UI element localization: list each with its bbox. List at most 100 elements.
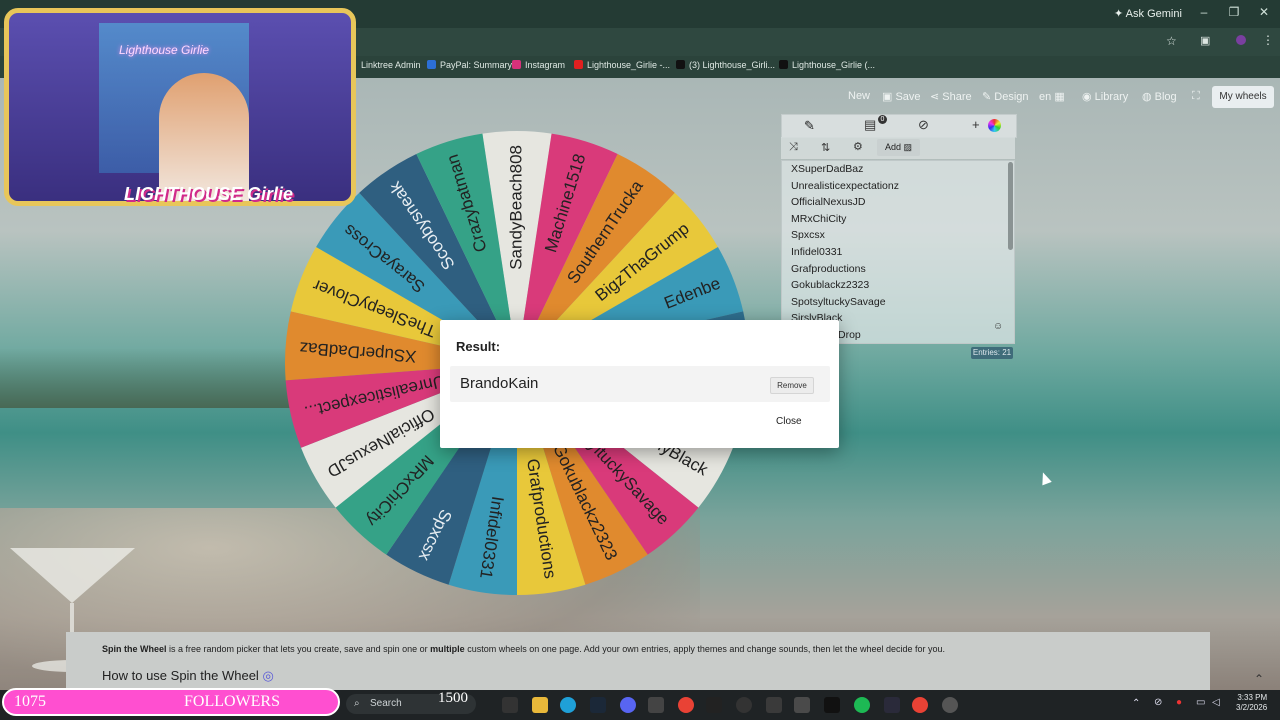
entry-line: SpotsyltuckySavage [791, 295, 886, 308]
save-icon: ▣ [882, 91, 896, 103]
footer-bold: multiple [430, 644, 465, 654]
entry-line: Spxcsx [791, 229, 825, 242]
bookmark-youtube[interactable]: Lighthouse_Girlie -... [574, 60, 670, 70]
menu-icon[interactable]: ⋮ [1262, 33, 1274, 47]
scroll-up-icon[interactable]: ⌃ [1254, 672, 1264, 686]
search-icon: ⌕ [354, 698, 360, 709]
display-icon[interactable]: ▭ [1196, 697, 1205, 708]
discord-icon[interactable] [620, 697, 636, 713]
footer-text-a: is a free random picker that lets you cr… [166, 644, 431, 654]
steam-icon[interactable] [590, 697, 606, 713]
clock-time: 3:33 PM [1237, 693, 1268, 702]
spotify-icon[interactable] [854, 697, 870, 713]
bookmark-paypal[interactable]: PayPal: Summary [427, 60, 512, 70]
entries-textarea[interactable]: XSuperDadBaz Unrealisticexpectationz Off… [781, 160, 1015, 344]
followers-label: FOLLOWERS [184, 693, 280, 710]
bookmark-tiktok[interactable]: Lighthouse_Girlie (... [779, 60, 875, 70]
hide-tab-eye-icon[interactable]: ⊘ [918, 117, 929, 133]
minimize-button[interactable]: – [1194, 5, 1214, 19]
blog-icon: ◍ [1142, 91, 1155, 103]
taskbar-clock[interactable]: 3:33 PM 3/2/2026 [1236, 693, 1267, 713]
sort-icon[interactable]: ⇅ [821, 141, 830, 154]
bookmark-linktree[interactable]: Linktree Admin [361, 60, 421, 70]
lighthouse-girlie-logo: LIGHTHOUSE Girlie [124, 184, 294, 204]
entries-count: Entries: 21 [971, 347, 1013, 359]
profile-avatar[interactable] [1236, 35, 1246, 45]
close-window-button[interactable]: ✕ [1254, 5, 1274, 19]
results-tab-clipboard-icon[interactable]: ▤ [864, 117, 876, 133]
volume-icon[interactable]: ◁ [1212, 697, 1220, 708]
add-image-button[interactable]: Add ▨ [877, 139, 921, 156]
new-button[interactable]: New [848, 90, 870, 102]
footer-description: Spin the Wheel is a free random picker t… [102, 644, 945, 654]
page-footer: Spin the Wheel is a free random picker t… [66, 632, 1210, 690]
share-icon: ⋖ [930, 91, 943, 103]
image-icon: ▨ [903, 142, 913, 152]
entry-line: Gokublackz2323 [791, 279, 870, 292]
result-box: BrandoKain Remove [450, 366, 830, 402]
edit-tab-pencil-icon[interactable]: ✎ [804, 118, 815, 134]
close-button[interactable]: Close [776, 416, 802, 427]
obs-icon[interactable] [884, 697, 900, 713]
library-button[interactable]: ◉ Library [1082, 90, 1128, 103]
follower-goal-bar: 1075 FOLLOWERS [2, 688, 340, 716]
background-trees [0, 348, 300, 408]
neon-sign: Lighthouse Girlie [119, 43, 210, 57]
edge-icon[interactable] [560, 697, 576, 713]
entry-line: OfficialNexusJD [791, 196, 866, 209]
settings-gear-icon[interactable]: ⚙ [853, 140, 863, 153]
entry-line: XSuperDadBaz [791, 163, 864, 175]
howto-heading: How to use Spin the Wheel ◎ [102, 668, 274, 683]
calculator-icon[interactable] [794, 697, 810, 713]
adobe-icon[interactable] [706, 697, 722, 713]
microphone-icon[interactable]: ● [1176, 697, 1182, 708]
share-button[interactable]: ⋖ Share [930, 90, 972, 103]
entries-scrollbar[interactable] [1008, 162, 1013, 250]
media-player-icon[interactable] [736, 697, 752, 713]
footer-text-c: custom wheels on one page. Add your own … [464, 644, 945, 654]
uk-flag-icon: ▦ [1054, 91, 1065, 103]
spiral-icon: ◎ [262, 668, 274, 683]
bookmark-star-icon[interactable]: ☆ [1166, 34, 1177, 48]
follower-count: 1075 [14, 693, 46, 710]
settings-app-icon[interactable] [766, 697, 782, 713]
my-wheels-button[interactable]: My wheels [1212, 86, 1274, 108]
add-wheel-plus-icon[interactable]: + [972, 117, 980, 132]
tray-chevron-icon[interactable]: ⌃ [1132, 698, 1140, 709]
file-explorer-icon[interactable] [532, 697, 548, 713]
network-icon[interactable]: ⊘ [1154, 697, 1162, 708]
fullscreen-icon[interactable]: ⛶ [1192, 90, 1200, 103]
ask-gemini-button[interactable]: ✦ Ask Gemini [1106, 4, 1190, 24]
entry-line: MRxChiCity [791, 212, 847, 225]
chrome-active-icon[interactable] [912, 697, 928, 713]
capcut-icon[interactable] [824, 697, 840, 713]
results-count-badge: 0 [878, 115, 887, 124]
remove-button[interactable]: Remove [770, 377, 814, 394]
follower-goal: 1500 [438, 690, 468, 706]
result-title: Result: [456, 339, 501, 354]
ask-gemini-label: Ask Gemini [1125, 8, 1182, 20]
bookmark-x[interactable]: (3) Lighthouse_Girli... [676, 60, 775, 70]
shuffle-icon[interactable]: ⤨ [789, 141, 798, 154]
result-name: BrandoKain [460, 375, 539, 392]
language-selector[interactable]: en ▦ [1039, 90, 1065, 103]
panel-tools-bar: ⤨ ⇅ ⚙ Add ▨ [781, 137, 1015, 159]
app-icon[interactable] [648, 697, 664, 713]
bookmark-instagram[interactable]: Instagram [512, 60, 565, 70]
chrome-icon[interactable] [678, 697, 694, 713]
blog-button[interactable]: ◍ Blog [1142, 90, 1177, 103]
entry-line: Infidel0331 [791, 245, 843, 258]
panel-tab-bar: ✎ ▤ 0 ⊘ + [781, 114, 1017, 138]
pencil-icon: ✎ [982, 91, 995, 103]
maximize-button[interactable]: ❐ [1224, 5, 1244, 19]
library-icon: ◉ [1082, 91, 1095, 103]
sidebar-icon[interactable]: ▣ [1200, 34, 1210, 47]
task-view-icon[interactable] [502, 697, 518, 713]
color-wheel-icon[interactable] [988, 119, 1001, 132]
entry-line: Unrealisticexpectationz [791, 179, 899, 192]
emoji-icon[interactable]: ☺ [993, 321, 1003, 332]
design-button[interactable]: ✎ Design [982, 90, 1029, 103]
save-button[interactable]: ▣ Save [882, 90, 921, 103]
app-icon-2[interactable] [942, 697, 958, 713]
entry-line: Grafproductions [791, 262, 866, 275]
